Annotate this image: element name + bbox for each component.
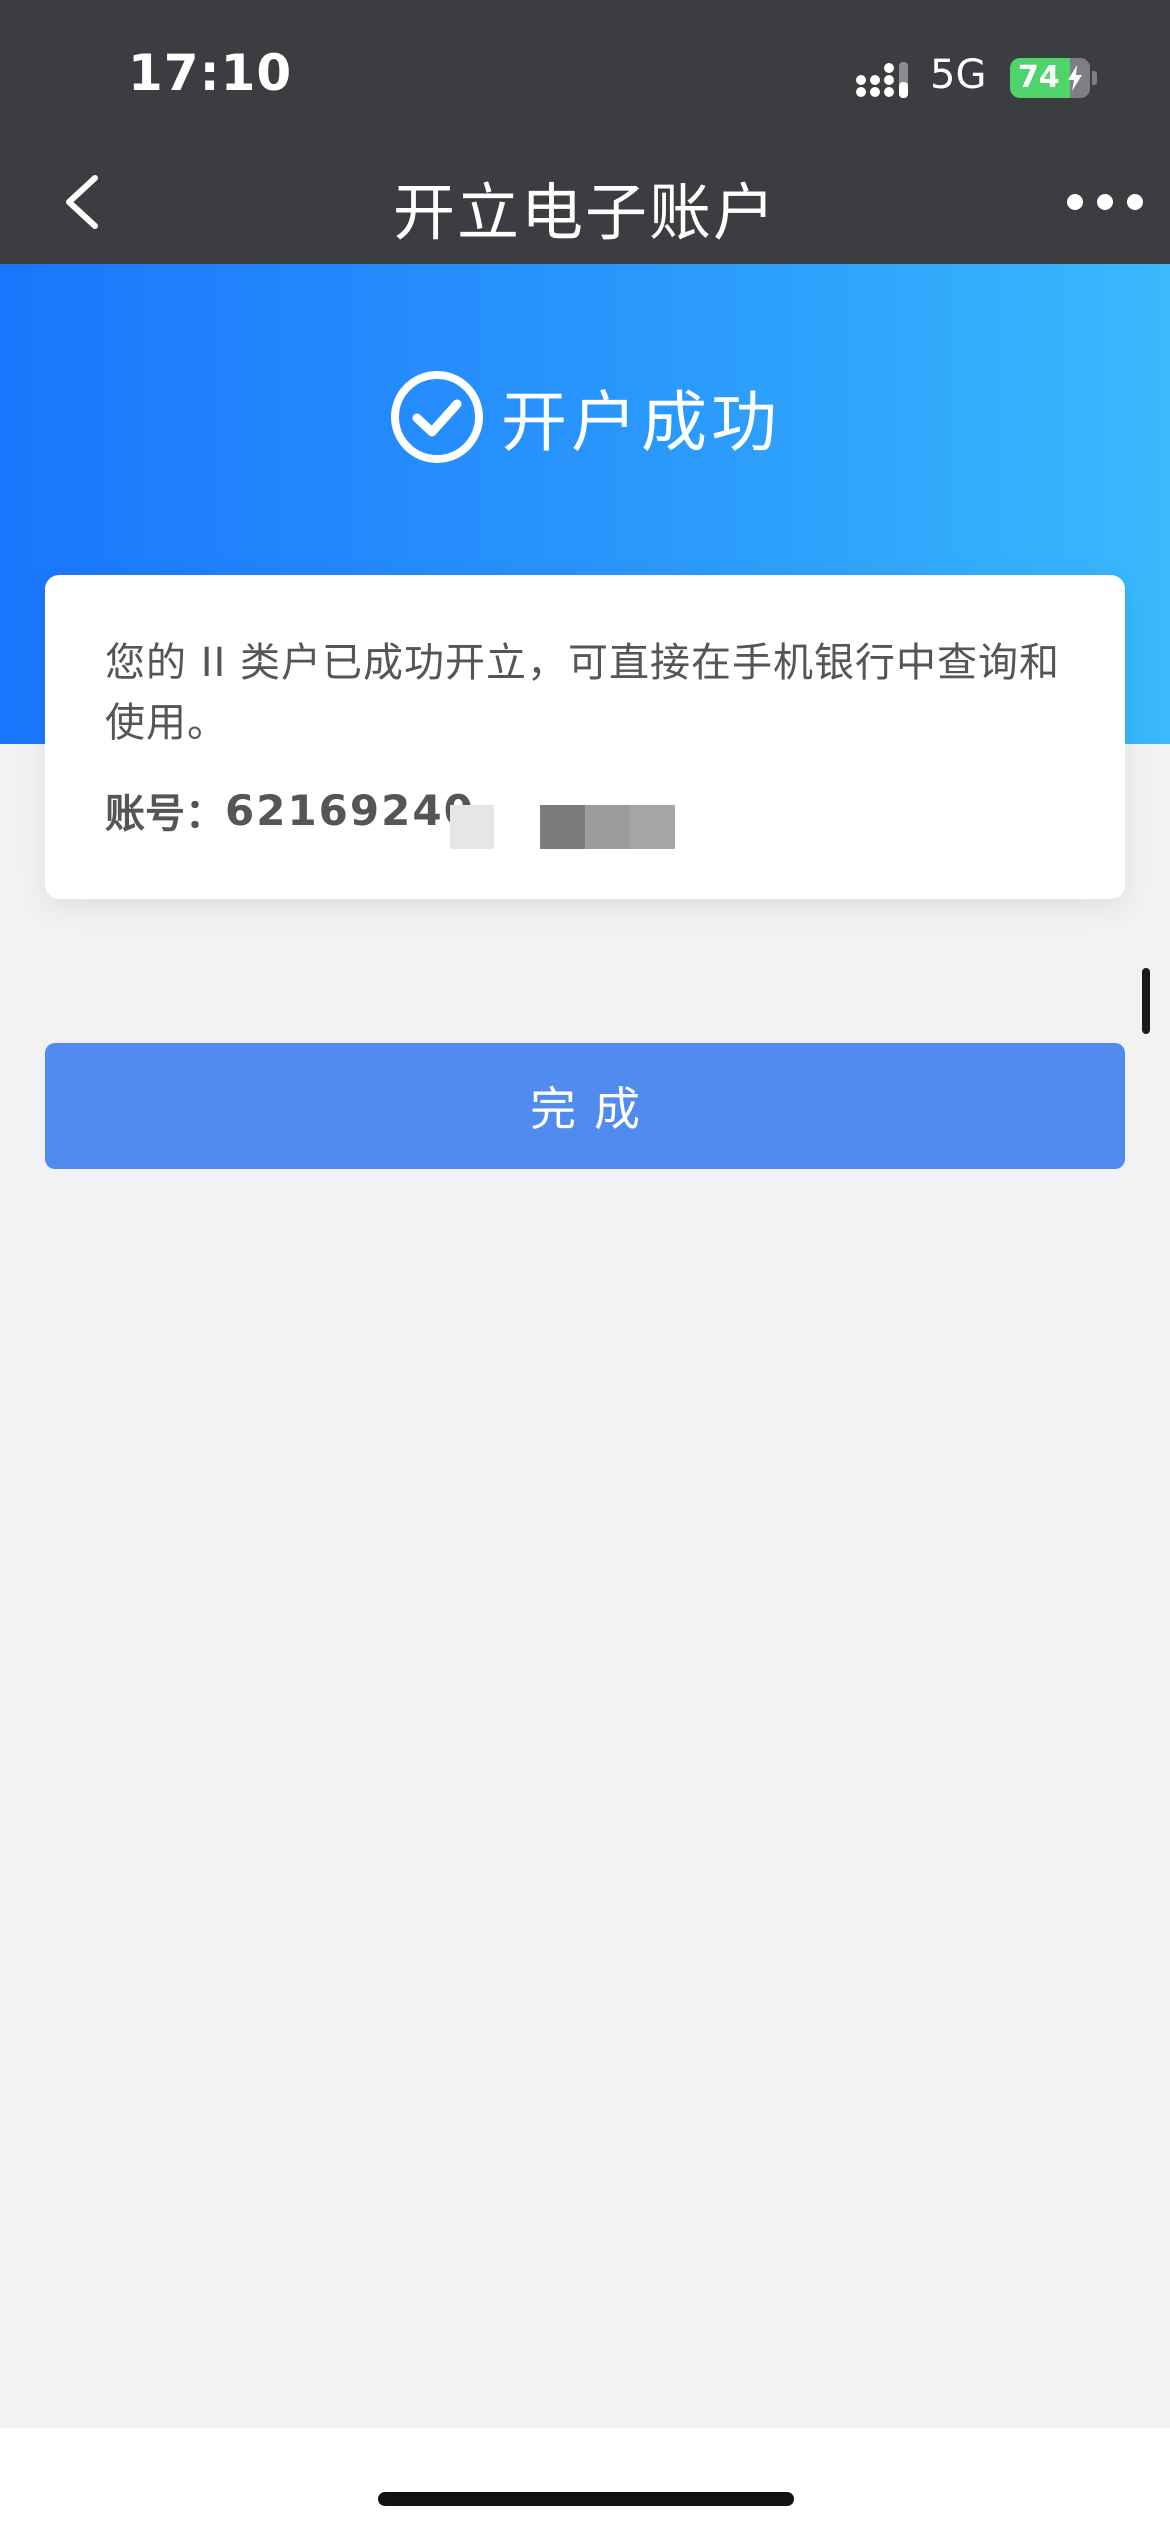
scroll-indicator[interactable] bbox=[1142, 968, 1150, 1034]
redaction-block bbox=[585, 805, 630, 849]
account-label: 账号： bbox=[105, 791, 225, 837]
status-time: 17:10 bbox=[128, 44, 293, 102]
status-bar: 17:10 5G 74 bbox=[0, 0, 1170, 140]
battery-level: 74 bbox=[1018, 60, 1060, 95]
success-message: 您的 II 类户已成功开立，可直接在手机银行中查询和使用。 bbox=[105, 640, 1061, 746]
account-info-card: 您的 II 类户已成功开立，可直接在手机银行中查询和使用。 账号： 621692… bbox=[45, 575, 1125, 899]
done-button[interactable]: 完成 bbox=[45, 1043, 1125, 1169]
home-indicator-area bbox=[0, 2428, 1170, 2532]
account-number: 62169240 bbox=[225, 785, 475, 835]
redaction-block bbox=[540, 805, 585, 849]
check-circle-icon bbox=[391, 371, 483, 463]
success-title: 开户成功 bbox=[501, 384, 781, 461]
page-title: 开立电子账户 bbox=[392, 176, 777, 249]
network-type: 5G bbox=[930, 52, 987, 98]
home-indicator[interactable] bbox=[378, 2492, 794, 2506]
redaction-block bbox=[450, 805, 494, 849]
battery-icon: 74 bbox=[1010, 58, 1090, 98]
account-row: 账号： 62169240 bbox=[105, 780, 475, 840]
signal-strength-icon bbox=[856, 62, 908, 98]
more-options-icon[interactable] bbox=[1060, 182, 1150, 222]
navigation-bar: 开立电子账户 bbox=[0, 140, 1170, 264]
redaction-block bbox=[630, 805, 675, 849]
success-row: 开户成功 bbox=[0, 369, 1170, 465]
charging-bolt-icon bbox=[1068, 65, 1082, 91]
battery-tip bbox=[1092, 71, 1097, 85]
